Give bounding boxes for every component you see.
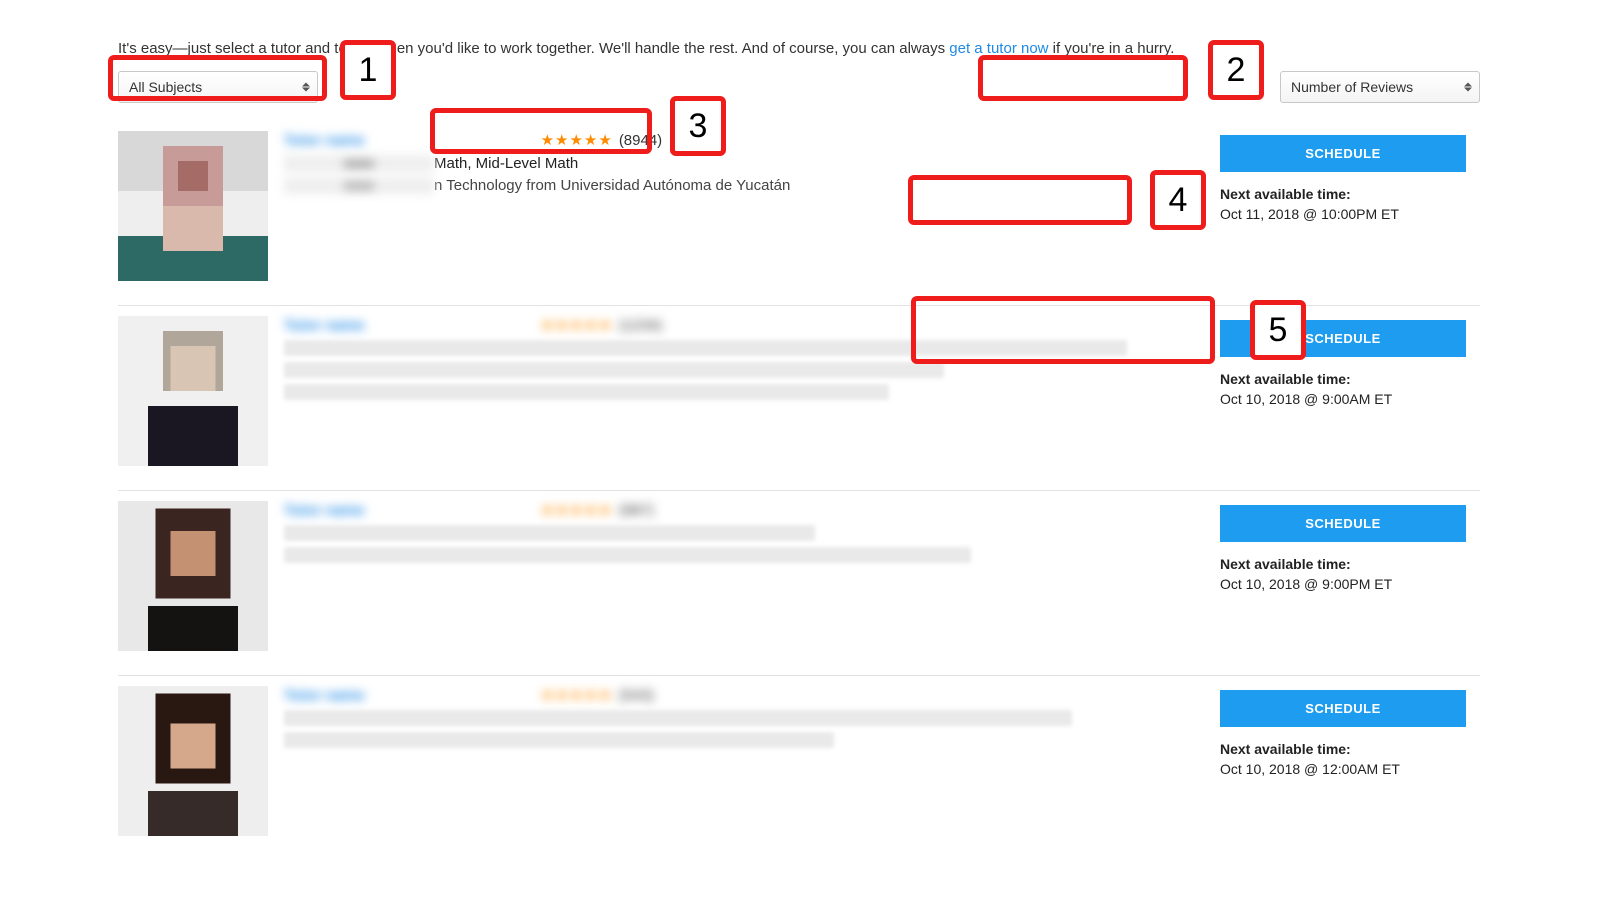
tutor-name-link[interactable]: Tutor name (284, 317, 365, 334)
review-count: (1234) (619, 317, 662, 334)
schedule-button[interactable]: SCHEDULE (1220, 320, 1466, 357)
review-count: (987) (619, 502, 654, 519)
intro-suffix: if you're in a hurry. (1049, 40, 1175, 57)
tutor-row: Tutor name ★★★★★ (8944) xxxxMath, Mid-Le… (118, 121, 1480, 306)
tutor-rating: ★★★★★ (1234) (541, 316, 663, 334)
tutor-name-link[interactable]: Tutor name (284, 687, 365, 704)
schedule-button[interactable]: SCHEDULE (1220, 690, 1466, 727)
tutor-bio: xxxxn Technology from Universidad Autóno… (284, 175, 1200, 196)
sort-filter[interactable]: Number of Reviews (1280, 71, 1480, 103)
next-available-time: Oct 10, 2018 @ 9:00AM ET (1220, 391, 1480, 407)
tutor-avatar (118, 316, 268, 466)
tutor-rating: ★★★★★ (8944) (541, 131, 663, 149)
review-count: (543) (619, 687, 654, 704)
subject-filter-wrap: All Subjects (118, 71, 318, 103)
star-icon: ★★★★★ (541, 686, 613, 704)
tutor-avatar (118, 686, 268, 836)
next-available-time: Oct 10, 2018 @ 12:00AM ET (1220, 761, 1480, 777)
tutor-avatar (118, 131, 268, 281)
tutor-row: Tutor name ★★★★★ (1234) SCHEDULE Next av… (118, 306, 1480, 491)
next-available-time: Oct 10, 2018 @ 9:00PM ET (1220, 576, 1480, 592)
tutor-name-link[interactable]: Tutor name (284, 502, 365, 519)
schedule-button[interactable]: SCHEDULE (1220, 505, 1466, 542)
tutor-row: Tutor name ★★★★★ (987) SCHEDULE Next ava… (118, 491, 1480, 676)
next-available-label: Next available time: (1220, 186, 1480, 202)
tutor-rating: ★★★★★ (543) (541, 686, 654, 704)
filters-row: All Subjects Number of Reviews (118, 71, 1480, 103)
tutor-avatar (118, 501, 268, 651)
next-available-time: Oct 11, 2018 @ 10:00PM ET (1220, 206, 1480, 222)
intro-text: It's easy—just select a tutor and tell u… (118, 40, 1480, 57)
star-icon: ★★★★★ (541, 316, 613, 334)
next-available-label: Next available time: (1220, 371, 1480, 387)
review-count: (8944) (619, 132, 662, 149)
sort-filter-wrap: Number of Reviews (1280, 71, 1480, 103)
tutor-subjects: xxxxMath, Mid-Level Math (284, 155, 1200, 172)
subject-filter[interactable]: All Subjects (118, 71, 318, 103)
next-available-label: Next available time: (1220, 556, 1480, 572)
star-icon: ★★★★★ (541, 501, 613, 519)
schedule-button[interactable]: SCHEDULE (1220, 135, 1466, 172)
get-tutor-now-link[interactable]: get a tutor now (949, 40, 1048, 57)
next-available-label: Next available time: (1220, 741, 1480, 757)
tutor-name-link[interactable]: Tutor name (284, 132, 365, 149)
intro-prefix: It's easy—just select a tutor and tell u… (118, 40, 949, 57)
star-icon: ★★★★★ (541, 131, 613, 149)
tutor-rating: ★★★★★ (987) (541, 501, 654, 519)
tutor-row: Tutor name ★★★★★ (543) SCHEDULE Next ava… (118, 676, 1480, 860)
